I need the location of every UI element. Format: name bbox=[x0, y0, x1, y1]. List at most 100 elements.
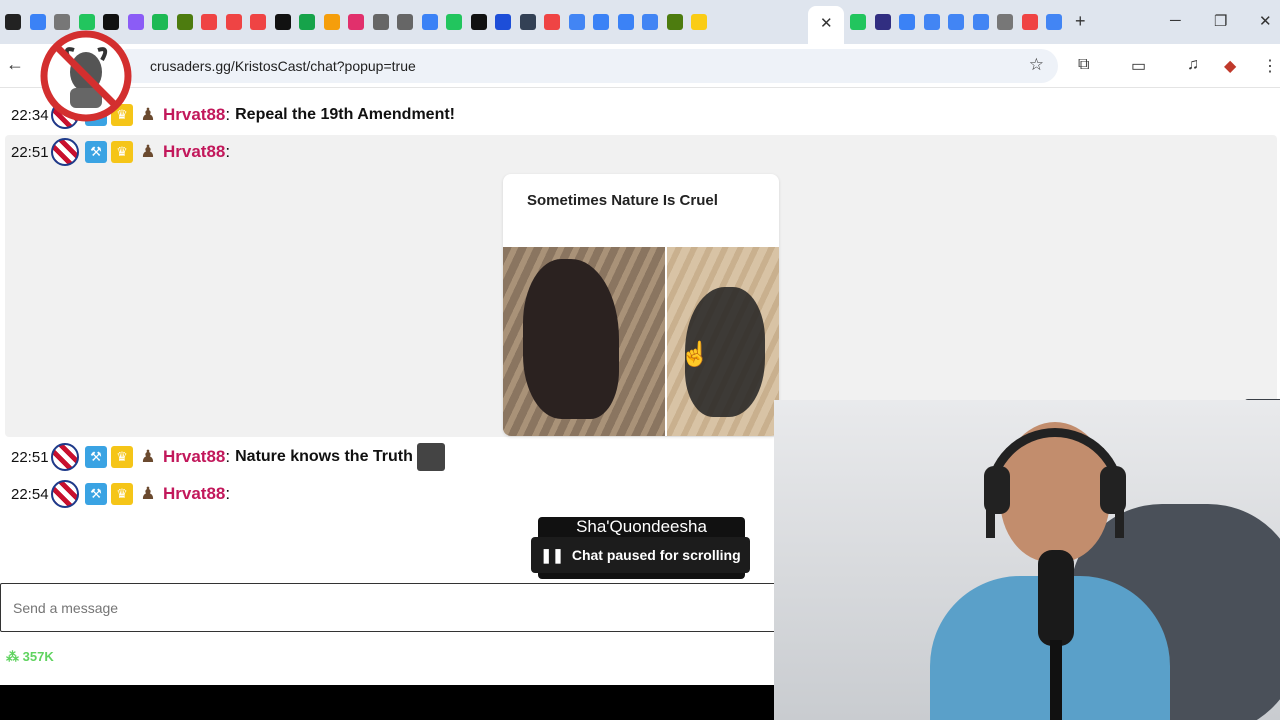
profile-avatar-icon[interactable]: ◆ bbox=[1224, 56, 1236, 76]
username[interactable]: Hrvat88 bbox=[163, 484, 225, 504]
no-symbol-goat-logo bbox=[40, 30, 132, 122]
crown-badge-icon: ♛ bbox=[111, 483, 133, 505]
pause-icon: ❚❚ bbox=[540, 546, 564, 563]
tab-favicon-icon[interactable] bbox=[201, 14, 217, 30]
tab-favicon-icon[interactable] bbox=[299, 14, 315, 30]
embed-photo-left bbox=[503, 247, 665, 436]
message-text: Repeal the 19th Amendment! bbox=[235, 106, 455, 123]
tab-favicon-icon[interactable] bbox=[1021, 14, 1038, 30]
webcam-overlay bbox=[774, 400, 1280, 720]
crown-badge-icon: ♛ bbox=[111, 141, 133, 163]
tab-favicon-icon[interactable] bbox=[348, 14, 364, 30]
tab-favicon-icon[interactable] bbox=[850, 14, 866, 30]
screen: ✕ + ─ ❐ ✕ ← crusaders.gg/KristosCast/cha… bbox=[0, 0, 1280, 720]
tab-favicon-icon[interactable] bbox=[323, 14, 340, 30]
tab-favicon-icon[interactable] bbox=[923, 14, 940, 30]
tab-favicon-icon[interactable] bbox=[899, 14, 915, 30]
browser-tab-strip: ✕ + ─ ❐ ✕ bbox=[0, 0, 1280, 44]
hand-cursor-icon: ☝ bbox=[680, 341, 710, 368]
address-bar[interactable]: crusaders.gg/KristosCast/chat?popup=true… bbox=[112, 49, 1058, 83]
reading-mode-icon[interactable]: ▭ bbox=[1131, 56, 1146, 76]
hammer-badge-icon: ⚒ bbox=[85, 141, 107, 163]
hammer-badge-icon: ⚒ bbox=[85, 446, 107, 468]
tab-favicon-icon[interactable] bbox=[5, 14, 21, 30]
username[interactable]: Hrvat88 bbox=[163, 105, 225, 125]
url-text: crusaders.gg/KristosCast/chat?popup=true bbox=[150, 58, 416, 74]
tab-favicon-icon[interactable] bbox=[250, 14, 266, 30]
bottom-black-bar bbox=[0, 685, 774, 720]
active-tab[interactable]: ✕ bbox=[808, 6, 844, 44]
tab-favicon-icon[interactable] bbox=[372, 14, 389, 30]
tab-favicon-icon[interactable] bbox=[519, 14, 536, 30]
hammer-badge-icon: ⚒ bbox=[85, 483, 107, 505]
tab-favicon-icon[interactable] bbox=[617, 14, 634, 30]
close-tab-icon[interactable]: ✕ bbox=[820, 14, 833, 32]
chat-message: 22:51 ⚒ ♛ ♟ Hrvat88 : bbox=[0, 134, 235, 170]
microphone-icon bbox=[1038, 550, 1074, 646]
viewer-count-text: 357K bbox=[22, 649, 54, 664]
message-time: 22:51 bbox=[11, 448, 49, 466]
soldier-badge-icon: ♟ bbox=[140, 484, 156, 503]
back-arrow-icon[interactable]: ← bbox=[6, 54, 24, 75]
tab-favicon-icon[interactable] bbox=[446, 14, 462, 30]
tab-favicon-icon[interactable] bbox=[152, 14, 168, 30]
tab-favicon-icon[interactable] bbox=[54, 14, 70, 30]
tab-favicon-icon[interactable] bbox=[997, 14, 1013, 30]
emote-icon bbox=[416, 443, 445, 471]
embed-title: Sometimes Nature Is Cruel bbox=[527, 192, 718, 209]
bookmark-star-icon[interactable]: ☆ bbox=[1029, 55, 1044, 75]
soldier-badge-icon: ♟ bbox=[140, 142, 156, 161]
chat-message: 22:54 ⚒ ♛ ♟ Hrvat88 : bbox=[0, 476, 235, 512]
new-tab-button[interactable]: + bbox=[1075, 11, 1086, 32]
user-avatar bbox=[51, 443, 79, 471]
restore-icon[interactable]: ❐ bbox=[1214, 12, 1227, 30]
close-window-icon[interactable]: ✕ bbox=[1259, 12, 1272, 30]
tab-favicon-icon[interactable] bbox=[495, 14, 511, 30]
tab-favicon-icon[interactable] bbox=[874, 14, 891, 30]
person-figure bbox=[523, 259, 619, 419]
tab-favicon-icon[interactable] bbox=[666, 14, 683, 30]
extensions-icon[interactable]: ⧉ bbox=[1078, 56, 1089, 74]
message-time: 22:51 bbox=[11, 143, 49, 161]
tab-favicon-icon[interactable] bbox=[29, 14, 46, 30]
user-avatar bbox=[51, 480, 79, 508]
tab-favicon-icon[interactable] bbox=[544, 14, 560, 30]
tab-favicon-icon[interactable] bbox=[642, 14, 658, 30]
minimize-icon[interactable]: ─ bbox=[1170, 12, 1181, 29]
tab-favicon-icon[interactable] bbox=[1046, 14, 1062, 30]
username[interactable]: Hrvat88 bbox=[163, 142, 225, 162]
tab-favicon-icon[interactable] bbox=[593, 14, 609, 30]
tab-favicon-icon[interactable] bbox=[568, 14, 585, 30]
soldier-badge-icon: ♟ bbox=[140, 105, 156, 124]
soldier-badge-icon: ♟ bbox=[140, 447, 156, 466]
tab-favicon-icon[interactable] bbox=[176, 14, 193, 30]
mic-arm bbox=[1050, 640, 1062, 720]
viewer-count: ⁂ 357K bbox=[6, 649, 54, 665]
viewers-icon: ⁂ bbox=[6, 649, 19, 664]
tab-favicon-icon[interactable] bbox=[972, 14, 989, 30]
overlay-name: Sha'Quondeesha bbox=[576, 517, 707, 536]
tab-favicon-icon[interactable] bbox=[225, 14, 242, 30]
tab-favicon-icon[interactable] bbox=[948, 14, 964, 30]
tab-favicon-icon[interactable] bbox=[274, 14, 291, 30]
chat-paused-button[interactable]: ❚❚ Chat paused for scrolling bbox=[531, 537, 750, 573]
username[interactable]: Hrvat88 bbox=[163, 447, 225, 467]
headphone-left bbox=[984, 466, 1010, 514]
headphone-right bbox=[1100, 466, 1126, 514]
crown-badge-icon: ♛ bbox=[111, 446, 133, 468]
paused-label: Chat paused for scrolling bbox=[571, 547, 741, 563]
tab-favicon-icon[interactable] bbox=[470, 14, 487, 30]
message-time: 22:54 bbox=[11, 485, 49, 503]
tab-favicon-icon[interactable] bbox=[103, 14, 119, 30]
chat-message: 22:51 ⚒ ♛ ♟ Hrvat88 : Nature knows the T… bbox=[0, 439, 449, 475]
media-control-icon[interactable]: ♫ bbox=[1187, 56, 1199, 74]
tab-favicon-icon[interactable] bbox=[421, 14, 438, 30]
tab-favicon-icon[interactable] bbox=[78, 14, 95, 30]
menu-kebab-icon[interactable]: ⋮ bbox=[1262, 56, 1278, 76]
embedded-image-card[interactable]: Sometimes Nature Is Cruel bbox=[503, 174, 779, 436]
tab-favicon-icon[interactable] bbox=[691, 14, 707, 30]
tab-favicon-icon[interactable] bbox=[127, 14, 144, 30]
message-text: Nature knows the Truth bbox=[235, 448, 413, 465]
user-avatar bbox=[51, 138, 79, 166]
tab-favicon-icon[interactable] bbox=[397, 14, 413, 30]
